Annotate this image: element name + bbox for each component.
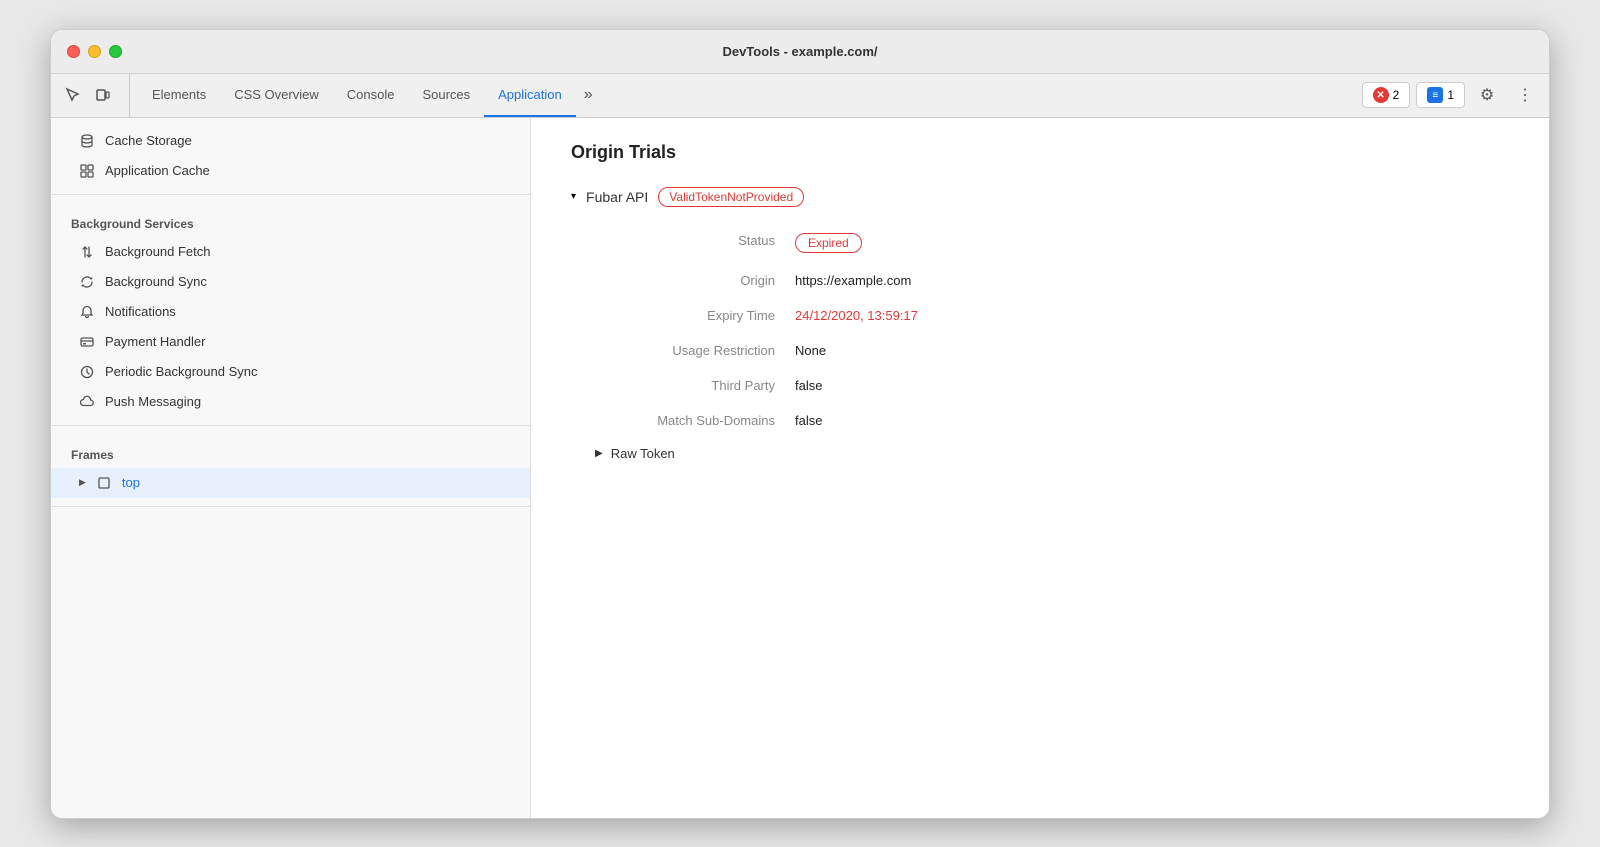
tab-elements[interactable]: Elements: [138, 74, 220, 117]
third-party-label: Third Party: [595, 368, 795, 403]
sidebar-item-cache-storage[interactable]: Cache Storage: [51, 126, 530, 156]
raw-token-expand-icon: ▶: [595, 448, 603, 459]
traffic-lights: [67, 45, 122, 58]
inspect-element-button[interactable]: [59, 81, 87, 109]
grid-icon: [79, 163, 95, 179]
frames-header: Frames: [51, 434, 530, 468]
card-icon: [79, 334, 95, 350]
error-count: 2: [1393, 88, 1400, 102]
close-button[interactable]: [67, 45, 80, 58]
match-sub-domains-value: false: [795, 403, 1509, 438]
toolbar: Elements CSS Overview Console Sources Ap…: [51, 74, 1549, 118]
minimize-button[interactable]: [88, 45, 101, 58]
sidebar-item-application-cache[interactable]: Application Cache: [51, 156, 530, 186]
device-toolbar-button[interactable]: [89, 81, 117, 109]
trial-api-name: Fubar API: [586, 189, 648, 205]
titlebar: DevTools - example.com/: [51, 30, 1549, 74]
settings-button[interactable]: ⚙: [1471, 79, 1503, 111]
raw-token-row[interactable]: ▶ Raw Token: [595, 446, 1509, 461]
trial-header[interactable]: ▾ Fubar API ValidTokenNotProvided: [571, 187, 1509, 207]
expired-badge: Expired: [795, 233, 862, 253]
cloud-icon: [79, 394, 95, 410]
content-area: Cache Storage Application Cache: [51, 118, 1549, 818]
sidebar-item-push-messaging[interactable]: Push Messaging: [51, 387, 530, 417]
sidebar-item-notifications[interactable]: Notifications: [51, 297, 530, 327]
more-tabs-button[interactable]: »: [576, 74, 601, 117]
frames-section: Frames ▶ top: [51, 426, 530, 507]
expiry-field-value: 24/12/2020, 13:59:17: [795, 298, 1509, 333]
background-sync-label: Background Sync: [105, 274, 207, 289]
bell-icon: [79, 304, 95, 320]
toolbar-left-actions: [59, 74, 130, 117]
background-fetch-label: Background Fetch: [105, 244, 211, 259]
sidebar-item-periodic-background-sync[interactable]: Periodic Background Sync: [51, 357, 530, 387]
notifications-label: Notifications: [105, 304, 176, 319]
message-count: 1: [1447, 88, 1454, 102]
raw-token-label: Raw Token: [611, 446, 675, 461]
background-services-header: Background Services: [51, 203, 530, 237]
error-icon: ✕: [1373, 87, 1389, 103]
toolbar-right-actions: ✕ 2 ≡ 1 ⚙ ⋮: [1362, 74, 1541, 117]
frame-icon: [96, 475, 112, 491]
trial-fields: Status Expired Origin https://example.co…: [595, 223, 1509, 438]
status-field-value: Expired: [795, 223, 1509, 263]
main-panel: Origin Trials ▾ Fubar API ValidTokenNotP…: [531, 118, 1549, 818]
usage-restriction-value: None: [795, 333, 1509, 368]
status-field-label: Status: [595, 223, 795, 263]
storage-section: Cache Storage Application Cache: [51, 118, 530, 195]
errors-button[interactable]: ✕ 2: [1362, 82, 1411, 108]
maximize-button[interactable]: [109, 45, 122, 58]
tab-console[interactable]: Console: [333, 74, 409, 117]
database-icon: [79, 133, 95, 149]
trial-collapse-icon: ▾: [571, 191, 576, 202]
usage-restriction-label: Usage Restriction: [595, 333, 795, 368]
periodic-background-sync-label: Periodic Background Sync: [105, 364, 257, 379]
sidebar: Cache Storage Application Cache: [51, 118, 531, 818]
sidebar-item-top-frame[interactable]: ▶ top: [51, 468, 530, 498]
application-cache-label: Application Cache: [105, 163, 210, 178]
match-sub-domains-label: Match Sub-Domains: [595, 403, 795, 438]
sidebar-item-background-fetch[interactable]: Background Fetch: [51, 237, 530, 267]
message-icon: ≡: [1427, 87, 1443, 103]
devtools-window: DevTools - example.com/ Elements CSS Ove: [50, 29, 1550, 819]
trial-section: ▾ Fubar API ValidTokenNotProvided Status…: [571, 187, 1509, 461]
payment-handler-label: Payment Handler: [105, 334, 205, 349]
expiry-field-label: Expiry Time: [595, 298, 795, 333]
tab-bar: Elements CSS Overview Console Sources Ap…: [138, 74, 1362, 117]
more-options-button[interactable]: ⋮: [1509, 79, 1541, 111]
page-title: Origin Trials: [571, 142, 1509, 163]
window-title: DevTools - example.com/: [722, 44, 877, 59]
origin-field-value: https://example.com: [795, 263, 1509, 298]
sidebar-item-background-sync[interactable]: Background Sync: [51, 267, 530, 297]
origin-field-label: Origin: [595, 263, 795, 298]
messages-button[interactable]: ≡ 1: [1416, 82, 1465, 108]
cache-storage-label: Cache Storage: [105, 133, 192, 148]
push-messaging-label: Push Messaging: [105, 394, 201, 409]
background-services-section: Background Services Background Fetch: [51, 195, 530, 426]
clock-icon: [79, 364, 95, 380]
tab-css-overview[interactable]: CSS Overview: [220, 74, 333, 117]
top-frame-label: top: [122, 475, 140, 490]
arrows-updown-icon: [79, 244, 95, 260]
third-party-value: false: [795, 368, 1509, 403]
sync-icon: [79, 274, 95, 290]
trial-status-badge: ValidTokenNotProvided: [658, 187, 804, 207]
tab-application[interactable]: Application: [484, 74, 576, 117]
tab-sources[interactable]: Sources: [408, 74, 484, 117]
sidebar-item-payment-handler[interactable]: Payment Handler: [51, 327, 530, 357]
